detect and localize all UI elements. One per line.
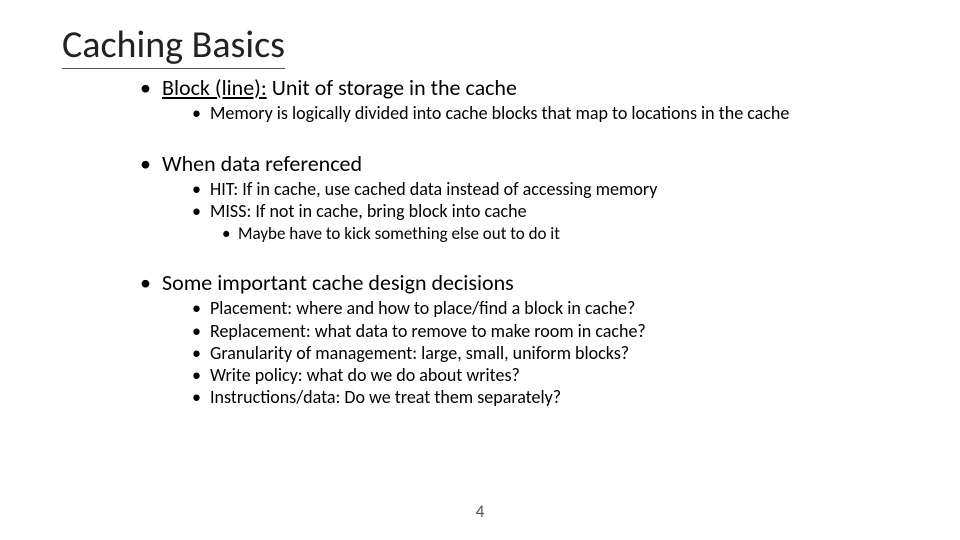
- sub-list-block: Memory is logically divided into cache b…: [162, 103, 920, 124]
- sub-list-design: Placement: where and how to place/find a…: [162, 298, 920, 408]
- bullet-list: Block (line): Unit of storage in the cac…: [140, 75, 920, 417]
- spacer: [162, 252, 920, 266]
- sub-item: Memory is logically divided into cache b…: [192, 103, 920, 124]
- sub-item: Granularity of management: large, small,…: [192, 343, 920, 364]
- page-number: 4: [0, 501, 960, 522]
- subsub-item: Maybe have to kick something else out to…: [222, 224, 920, 244]
- sub-item: Replacement: what data to remove to make…: [192, 321, 920, 342]
- subsub-list: Maybe have to kick something else out to…: [192, 224, 920, 244]
- bullet-block-line-rest: Unit of storage in the cache: [267, 74, 517, 101]
- slide: Caching Basics Block (line): Unit of sto…: [0, 0, 960, 540]
- bullet-design-decisions: Some important cache design decisions Pl…: [140, 270, 920, 409]
- sub-list-when: HIT: If in cache, use cached data instea…: [162, 179, 920, 244]
- bullet-block-line-underline: Block (line):: [162, 74, 267, 101]
- bullet-when-referenced-label: When data referenced: [162, 150, 362, 177]
- bullet-design-decisions-label: Some important cache design decisions: [162, 269, 514, 296]
- spacer: [162, 133, 920, 147]
- bullet-block-line: Block (line): Unit of storage in the cac…: [140, 75, 920, 147]
- sub-item: MISS: If not in cache, bring block into …: [192, 201, 920, 222]
- sub-item: HIT: If in cache, use cached data instea…: [192, 179, 920, 200]
- sub-item: Write policy: what do we do about writes…: [192, 365, 920, 386]
- bullet-when-referenced: When data referenced HIT: If in cache, u…: [140, 151, 920, 266]
- slide-title: Caching Basics: [62, 26, 285, 69]
- sub-item: Placement: where and how to place/find a…: [192, 298, 920, 319]
- sub-item: Instructions/data: Do we treat them sepa…: [192, 387, 920, 408]
